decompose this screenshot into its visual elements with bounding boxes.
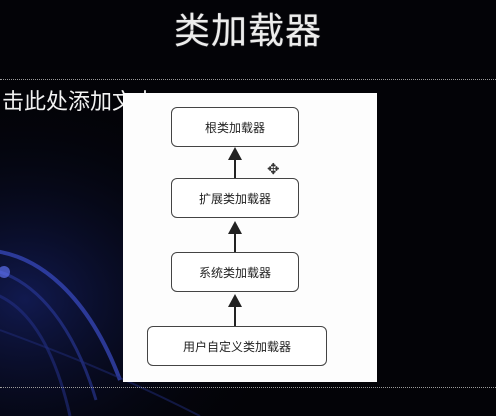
- class-loader-diagram: 根类加载器 扩展类加载器 系统类加载器 用户自定义类加载器 ✥: [123, 93, 377, 382]
- node-bootstrap-loader: 根类加载器: [171, 107, 299, 147]
- slide: 类加载器 击此处添加文本 根类加载器 扩展类加载器 系统类加载器 用户自定义类加…: [0, 0, 496, 416]
- node-system-loader: 系统类加载器: [171, 252, 299, 292]
- bottom-divider: [0, 387, 496, 388]
- node-user-defined-loader: 用户自定义类加载器: [147, 326, 327, 366]
- top-divider: [0, 79, 496, 80]
- node-extension-loader: 扩展类加载器: [171, 178, 299, 218]
- slide-title: 类加载器: [173, 11, 322, 52]
- move-cursor-icon: ✥: [267, 160, 280, 178]
